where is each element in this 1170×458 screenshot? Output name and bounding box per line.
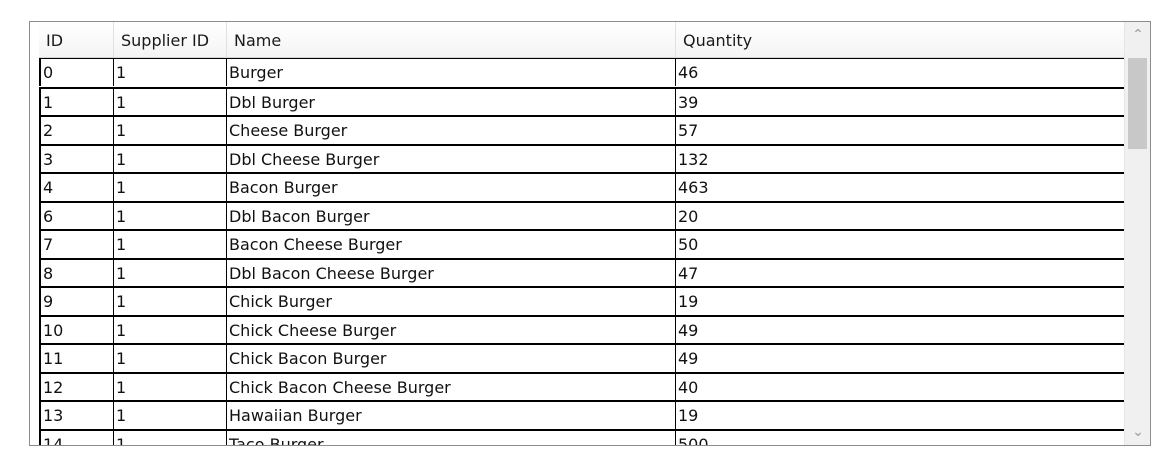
cell-supplier-id[interactable]: 1: [114, 260, 227, 287]
cell-name[interactable]: Cheese Burger: [227, 117, 676, 144]
cell-quantity[interactable]: 47: [676, 260, 1125, 287]
cell-name[interactable]: Chick Bacon Burger: [227, 345, 676, 372]
cell-supplier-id[interactable]: 1: [114, 89, 227, 116]
cell-quantity[interactable]: 50: [676, 231, 1125, 258]
cell-id[interactable]: 7: [39, 231, 114, 258]
cell-name[interactable]: Bacon Burger: [227, 174, 676, 201]
cell-quantity[interactable]: 46: [676, 59, 1125, 86]
column-header-quantity[interactable]: Quantity: [676, 22, 1124, 57]
cell-quantity[interactable]: 19: [676, 288, 1125, 315]
cell-supplier-id[interactable]: 1: [114, 345, 227, 372]
table-row[interactable]: 7 1 Bacon Cheese Burger 50: [39, 229, 1125, 258]
scrollbar-thumb[interactable]: [1128, 58, 1147, 149]
cell-supplier-id[interactable]: 1: [114, 59, 227, 86]
cell-supplier-id[interactable]: 1: [114, 431, 227, 445]
data-grid[interactable]: ID Supplier ID Name Quantity 0 1 Burger 46 1…: [29, 21, 1151, 446]
cell-name[interactable]: Hawaiian Burger: [227, 402, 676, 429]
cell-id[interactable]: 8: [39, 260, 114, 287]
table-row[interactable]: 2 1 Cheese Burger 57: [39, 115, 1125, 144]
chevron-up-icon[interactable]: ⌃: [1125, 22, 1150, 48]
column-header-name[interactable]: Name: [227, 22, 676, 57]
cell-supplier-id[interactable]: 1: [114, 146, 227, 173]
cell-id[interactable]: 2: [39, 117, 114, 144]
cell-quantity[interactable]: 40: [676, 374, 1125, 401]
cell-id[interactable]: 9: [39, 288, 114, 315]
table-row[interactable]: 1 1 Dbl Burger 39: [39, 87, 1125, 116]
column-header-id[interactable]: ID: [39, 22, 114, 57]
cell-quantity[interactable]: 19: [676, 402, 1125, 429]
cell-supplier-id[interactable]: 1: [114, 317, 227, 344]
table-row[interactable]: 14 1 Taco Burger 500: [39, 429, 1125, 445]
cell-name[interactable]: Burger: [227, 59, 676, 86]
cell-id[interactable]: 11: [39, 345, 114, 372]
table-row[interactable]: 8 1 Dbl Bacon Cheese Burger 47: [39, 258, 1125, 287]
cell-name[interactable]: Taco Burger: [227, 431, 676, 445]
cell-name[interactable]: Dbl Cheese Burger: [227, 146, 676, 173]
cell-name[interactable]: Dbl Bacon Burger: [227, 203, 676, 230]
table-row[interactable]: 4 1 Bacon Burger 463: [39, 172, 1125, 201]
table-row[interactable]: 12 1 Chick Bacon Cheese Burger 40: [39, 372, 1125, 401]
grid-header: ID Supplier ID Name Quantity: [39, 22, 1124, 58]
table-row[interactable]: 9 1 Chick Burger 19: [39, 286, 1125, 315]
cell-quantity[interactable]: 463: [676, 174, 1125, 201]
cell-supplier-id[interactable]: 1: [114, 231, 227, 258]
cell-supplier-id[interactable]: 1: [114, 203, 227, 230]
cell-id[interactable]: 10: [39, 317, 114, 344]
cell-supplier-id[interactable]: 1: [114, 402, 227, 429]
table-row[interactable]: 6 1 Dbl Bacon Burger 20: [39, 201, 1125, 230]
column-header-supplier-id[interactable]: Supplier ID: [114, 22, 227, 57]
cell-supplier-id[interactable]: 1: [114, 374, 227, 401]
cell-quantity[interactable]: 39: [676, 89, 1125, 116]
chevron-down-icon[interactable]: ⌄: [1125, 419, 1150, 445]
cell-id[interactable]: 4: [39, 174, 114, 201]
cell-name[interactable]: Bacon Cheese Burger: [227, 231, 676, 258]
cell-name[interactable]: Chick Bacon Cheese Burger: [227, 374, 676, 401]
cell-quantity[interactable]: 49: [676, 317, 1125, 344]
cell-name[interactable]: Chick Burger: [227, 288, 676, 315]
cell-quantity[interactable]: 132: [676, 146, 1125, 173]
cell-name[interactable]: Dbl Bacon Cheese Burger: [227, 260, 676, 287]
table-row[interactable]: 13 1 Hawaiian Burger 19: [39, 400, 1125, 429]
table-row[interactable]: 11 1 Chick Bacon Burger 49: [39, 343, 1125, 372]
table-row[interactable]: 10 1 Chick Cheese Burger 49: [39, 315, 1125, 344]
cell-id[interactable]: 3: [39, 146, 114, 173]
cell-supplier-id[interactable]: 1: [114, 117, 227, 144]
cell-id[interactable]: 1: [39, 89, 114, 116]
cell-id[interactable]: 14: [39, 431, 114, 445]
cell-quantity[interactable]: 20: [676, 203, 1125, 230]
table-row[interactable]: 3 1 Dbl Cheese Burger 132: [39, 144, 1125, 173]
cell-name[interactable]: Dbl Burger: [227, 89, 676, 116]
cell-id[interactable]: 6: [39, 203, 114, 230]
table-row[interactable]: 0 1 Burger 46: [39, 58, 1125, 86]
cell-supplier-id[interactable]: 1: [114, 288, 227, 315]
cell-name[interactable]: Chick Cheese Burger: [227, 317, 676, 344]
vertical-scrollbar[interactable]: ⌃ ⌄: [1124, 22, 1150, 445]
cell-quantity[interactable]: 500: [676, 431, 1125, 445]
cell-id[interactable]: 12: [39, 374, 114, 401]
cell-quantity[interactable]: 49: [676, 345, 1125, 372]
cell-quantity[interactable]: 57: [676, 117, 1125, 144]
cell-id[interactable]: 0: [39, 59, 114, 86]
cell-supplier-id[interactable]: 1: [114, 174, 227, 201]
cell-id[interactable]: 13: [39, 402, 114, 429]
